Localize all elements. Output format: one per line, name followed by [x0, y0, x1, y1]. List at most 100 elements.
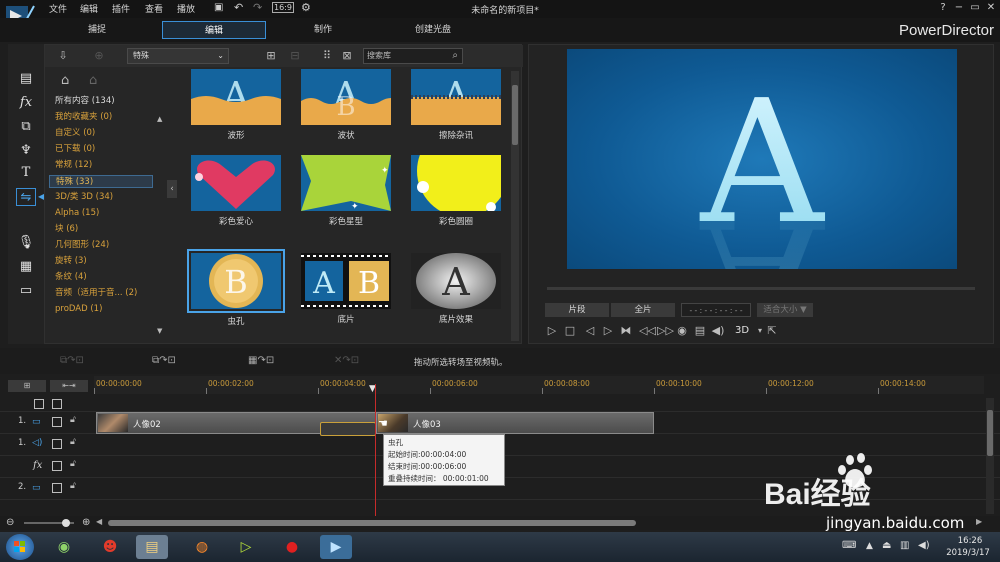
fit-size-dropdown[interactable]: 适合大小 ▼	[757, 303, 813, 317]
zoom-slider-handle[interactable]	[62, 519, 70, 527]
powerdirector-task-icon[interactable]: ▶	[320, 535, 352, 559]
category-item[interactable]: 3D/类 3D (34)	[49, 191, 153, 204]
scroll-thumb[interactable]	[987, 410, 993, 456]
usb-icon[interactable]: ⏏	[882, 540, 891, 551]
grid-view-icon[interactable]: ⠿	[319, 49, 335, 63]
cross-transition-icon[interactable]: ✕↷⊡	[334, 354, 359, 368]
menu-plugins[interactable]: 插件	[112, 2, 130, 15]
timeline-ruler[interactable]: 00:00:00:00 00:00:02:00 00:00:04:00 00:00:0…	[94, 376, 984, 394]
category-item[interactable]: 块 (6)	[49, 223, 153, 236]
rewind-icon[interactable]: ◁◁	[639, 324, 656, 338]
timeline-clip[interactable]: 人像03	[376, 412, 654, 434]
maximize-button[interactable]: ▭	[968, 2, 982, 15]
category-item[interactable]: proDAD (1)	[49, 303, 153, 316]
category-item[interactable]: 我的收藏夹 (0)	[49, 111, 153, 124]
file-explorer-icon[interactable]: ▤	[136, 535, 168, 559]
category-item[interactable]: 所有内容 (134)	[49, 95, 153, 108]
settings-gear-icon[interactable]: ⚙	[301, 1, 311, 14]
scroll-left-icon[interactable]: ◀	[96, 517, 102, 526]
thumbnail-image[interactable]	[411, 155, 501, 211]
track-manager-button[interactable]: ⊞	[8, 380, 46, 392]
thumbnail-image[interactable]: AB	[301, 253, 391, 309]
menu-view[interactable]: 查看	[145, 2, 163, 15]
menu-edit[interactable]: 编辑	[80, 2, 98, 15]
thumbnail-image[interactable]: A	[411, 253, 501, 309]
help-button[interactable]: ?	[936, 2, 950, 15]
previous-frame-icon[interactable]: ◁	[583, 324, 597, 338]
transition-thumbnail[interactable]: A 擦除杂讯	[411, 69, 501, 141]
thumbnail-scrollbar[interactable]	[511, 71, 519, 341]
thumbnail-image[interactable]: AB	[301, 69, 391, 125]
menu-play[interactable]: 播放	[177, 2, 195, 15]
thumbnail-image[interactable]: A	[191, 69, 281, 125]
firefox-icon[interactable]: ◍	[186, 535, 218, 559]
media-room-icon[interactable]: ▤	[16, 70, 36, 88]
tag-remove-icon[interactable]: ⌂	[89, 73, 97, 88]
undo-icon[interactable]: ↶	[234, 1, 243, 14]
save-icon[interactable]: ▣	[214, 2, 223, 13]
track-enable-checkbox[interactable]	[52, 399, 62, 409]
download-globe-icon[interactable]: ⊕	[91, 49, 107, 63]
close-button[interactable]: ✕	[984, 2, 998, 15]
category-dropdown[interactable]: 特殊 ⌄	[127, 48, 229, 64]
transition-thumbnail[interactable]: ✦ ✦ 彩色星型	[301, 155, 391, 227]
menu-file[interactable]: 文件	[49, 2, 67, 15]
qq-icon[interactable]: ☻	[94, 535, 126, 559]
volume-icon[interactable]: ◀)	[711, 324, 725, 338]
category-item[interactable]: 旋转 (3)	[49, 255, 153, 268]
category-item[interactable]: 条纹 (4)	[49, 271, 153, 284]
apply-to-all-icon[interactable]: ⧉↷⊡	[60, 354, 84, 368]
track-enable-checkbox[interactable]	[52, 461, 62, 471]
track-enable-checkbox[interactable]	[52, 439, 62, 449]
track-enable-checkbox[interactable]	[52, 483, 62, 493]
category-scrollbar[interactable]: ▲ ▼	[157, 115, 163, 335]
lock-icon[interactable]: 🔓︎	[70, 437, 76, 447]
keyboard-icon[interactable]: ⌨	[842, 540, 856, 551]
thumbnail-image[interactable]: ✦ ✦	[301, 155, 391, 211]
clock-time[interactable]: 16:26	[946, 536, 994, 546]
scroll-right-icon[interactable]: ▶	[976, 517, 982, 526]
tab-create-disc[interactable]: 创建光盘	[382, 21, 484, 39]
subtitle-toggle-icon[interactable]: ▤	[693, 324, 707, 338]
transition-thumbnail[interactable]: 彩色圆圈	[411, 155, 501, 227]
play-icon[interactable]: ▷	[545, 324, 559, 338]
undock-icon[interactable]: ⇱	[765, 324, 779, 338]
lock-icon[interactable]: 🔓︎	[70, 459, 76, 469]
import-icon[interactable]: ⇩	[55, 49, 71, 63]
clip-mode-button[interactable]: 片段	[545, 303, 609, 317]
thumbnail-size-icon[interactable]: ⊠	[339, 49, 355, 63]
3d-mode-button[interactable]: 3D	[731, 324, 753, 338]
transition-thumbnail[interactable]: 彩色爱心	[191, 155, 281, 227]
subtitle-room-icon[interactable]: ▭	[16, 282, 36, 300]
title-room-icon[interactable]: T	[16, 164, 36, 182]
preview-progress-bar[interactable]	[547, 287, 975, 290]
category-item[interactable]: 自定义 (0)	[49, 127, 153, 140]
transition-drop-zone[interactable]	[320, 422, 376, 436]
particle-room-icon[interactable]: ♆	[16, 142, 36, 160]
tab-produce[interactable]: 制作	[272, 21, 374, 39]
voiceover-room-icon[interactable]: 🎙	[16, 234, 36, 252]
category-item[interactable]: Alpha (15)	[49, 207, 153, 220]
tab-edit[interactable]: 编辑	[162, 21, 266, 39]
scroll-thumb[interactable]	[512, 85, 518, 145]
transition-thumbnail[interactable]: B 虫孔	[187, 249, 285, 327]
lock-icon[interactable]: 🔓︎	[70, 415, 76, 425]
tag-add-icon[interactable]: ⌂	[61, 73, 69, 88]
tray-expand-icon[interactable]: ▲	[866, 541, 873, 551]
recorder-icon[interactable]: ●	[276, 535, 308, 559]
transition-thumbnail[interactable]: A 底片效果	[411, 253, 501, 325]
category-item[interactable]: 几何图形 (24)	[49, 239, 153, 252]
category-item[interactable]: 特殊 (33)	[49, 175, 153, 188]
transition-thumbnail[interactable]: A 波形	[191, 69, 281, 141]
fast-forward-icon[interactable]: ▷▷	[657, 324, 674, 338]
horizontal-scroll-thumb[interactable]	[108, 520, 636, 526]
timeline-vertical-scrollbar[interactable]	[986, 398, 994, 514]
category-item[interactable]: 音频（适用于音... (2)	[49, 287, 153, 300]
app-360-icon[interactable]: ◉	[48, 535, 80, 559]
movie-mode-button[interactable]: 全片	[611, 303, 675, 317]
collapse-panel-button[interactable]: ‹	[167, 180, 177, 198]
start-button[interactable]	[6, 534, 34, 560]
prefix-transition-icon[interactable]: ⧉↷⊡	[152, 354, 176, 368]
library-search-input[interactable]: 搜索库 ⌕	[363, 48, 463, 64]
track-toggle-checkbox[interactable]	[34, 399, 44, 409]
